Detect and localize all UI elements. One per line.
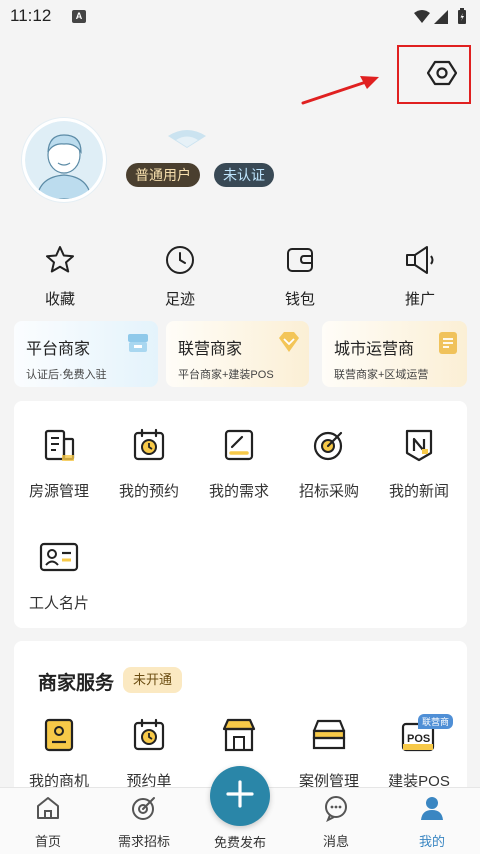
cellular-icon	[434, 10, 448, 24]
joint-merchant-card[interactable]: 联营商家 平台商家+建装POS	[166, 321, 309, 387]
tool-bidding-procurement[interactable]: 招标采购	[284, 424, 374, 501]
card-subtitle: 联营商家+区域运营	[334, 369, 429, 381]
avatar[interactable]	[22, 118, 106, 202]
news-icon	[374, 424, 464, 466]
tool-worker-card[interactable]: 工人名片	[14, 536, 104, 613]
target-icon	[284, 424, 374, 466]
tool-property-management[interactable]: 房源管理	[14, 424, 104, 501]
settings-button[interactable]	[425, 58, 459, 92]
tool-label: 房源管理	[28, 483, 89, 500]
megaphone-icon	[380, 240, 460, 280]
username-placeholder-icon	[166, 128, 208, 153]
nav-label: 首页	[34, 834, 61, 849]
property-icon	[14, 424, 104, 466]
service-pos[interactable]: POS 联营商 建装POS	[374, 714, 464, 791]
id-card-icon	[14, 536, 104, 578]
stack-icon	[284, 714, 374, 756]
battery-icon	[458, 8, 466, 24]
nav-me[interactable]: 我的	[392, 794, 472, 850]
nav-messages[interactable]: 消息	[296, 794, 376, 850]
card-subtitle: 平台商家+建装POS	[178, 369, 274, 381]
service-my-opportunities[interactable]: 我的商机	[14, 714, 104, 791]
quick-action-label: 收藏	[44, 291, 75, 308]
nav-label: 消息	[322, 834, 349, 849]
service-appointment-orders[interactable]: 预约单	[104, 714, 194, 791]
star-icon	[20, 240, 100, 280]
user-icon	[392, 794, 472, 827]
home-icon	[8, 794, 88, 827]
pos-icon: POS 联营商	[374, 714, 464, 756]
notification-icon: A	[72, 10, 86, 23]
settings-icon	[426, 58, 458, 93]
service-case-management[interactable]: 案例管理	[284, 714, 374, 791]
quick-action-label: 推广	[404, 291, 435, 308]
quick-action-wallet[interactable]: 钱包	[260, 240, 340, 309]
city-operator-card[interactable]: 城市运营商 联营商家+区域运营	[322, 321, 467, 387]
quick-action-label: 钱包	[284, 291, 315, 308]
nav-label: 我的	[418, 834, 445, 849]
wallet-icon	[260, 240, 340, 280]
status-time: 11:12	[10, 6, 52, 25]
merchant-services-title: 商家服务	[38, 673, 115, 694]
joint-merchant-tag: 联营商	[418, 714, 454, 729]
tool-my-news[interactable]: 我的新闻	[374, 424, 464, 501]
tool-label: 我的需求	[208, 483, 269, 500]
pointer-arrow-icon	[300, 72, 382, 111]
quick-action-promote[interactable]: 推广	[380, 240, 460, 309]
pos-text: POS	[407, 733, 431, 745]
verification-badge[interactable]: 未认证	[214, 163, 274, 187]
store-icon	[126, 331, 150, 360]
tool-label: 我的预约	[118, 483, 179, 500]
quick-action-favorites[interactable]: 收藏	[20, 240, 100, 309]
target-icon	[104, 794, 184, 827]
nav-label: 需求招标	[117, 834, 170, 849]
contact-icon	[14, 714, 104, 756]
shop-icon	[194, 714, 284, 756]
chat-icon	[296, 794, 376, 827]
quick-action-label: 足迹	[164, 291, 195, 308]
edit-icon	[194, 424, 284, 466]
tool-label: 我的新闻	[388, 483, 449, 500]
plus-icon	[224, 778, 256, 815]
tool-my-appointments[interactable]: 我的预约	[104, 424, 194, 501]
service-shop[interactable]	[194, 714, 284, 770]
clock-icon	[140, 240, 220, 280]
system-icons	[412, 8, 470, 31]
tool-my-needs[interactable]: 我的需求	[194, 424, 284, 501]
nav-home[interactable]: 首页	[8, 794, 88, 850]
wifi-signal-icon	[414, 10, 430, 23]
free-publish-button[interactable]	[210, 766, 270, 826]
card-subtitle: 认证后·免费入驻	[26, 369, 107, 381]
diamond-icon	[277, 331, 301, 358]
user-type-badge: 普通用户	[126, 163, 200, 187]
service-status-badge: 未开通	[123, 667, 183, 693]
tool-label: 招标采购	[298, 483, 359, 500]
tool-label: 工人名片	[28, 595, 89, 612]
platform-merchant-card[interactable]: 平台商家 认证后·免费入驻	[14, 321, 158, 387]
quick-action-history[interactable]: 足迹	[140, 240, 220, 309]
free-publish-label: 免费发布	[213, 835, 266, 850]
calendar-clock-icon	[104, 424, 194, 466]
nav-demand-bidding[interactable]: 需求招标	[104, 794, 184, 850]
document-icon	[437, 331, 459, 360]
calendar-clock-icon	[104, 714, 194, 756]
